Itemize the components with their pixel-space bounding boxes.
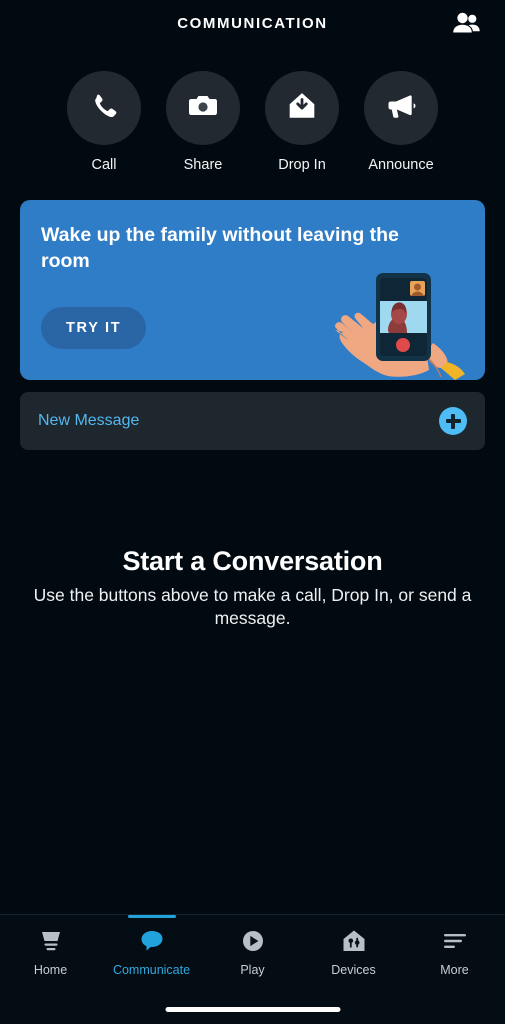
plus-icon: [439, 407, 467, 435]
house-down-arrow-icon: [287, 91, 317, 126]
speech-bubble-icon: [139, 928, 165, 954]
tab-play-label: Play: [240, 963, 265, 977]
tab-more-label: More: [440, 963, 469, 977]
app-header: COMMUNICATION: [0, 0, 505, 46]
action-call-circle[interactable]: [67, 71, 141, 145]
tab-more[interactable]: More: [404, 915, 505, 993]
new-message-label: New Message: [38, 412, 140, 429]
home-indicator: [165, 1007, 340, 1012]
empty-state: Start a Conversation Use the buttons abo…: [0, 546, 505, 630]
action-call-label: Call: [91, 157, 117, 173]
house-devices-icon: [341, 928, 367, 954]
action-share-circle[interactable]: [166, 71, 240, 145]
tab-communicate[interactable]: Communicate: [101, 915, 202, 993]
action-call[interactable]: Call: [67, 71, 141, 173]
action-share[interactable]: Share: [166, 71, 240, 173]
new-message-row[interactable]: New Message: [20, 392, 485, 450]
promo-try-it-button[interactable]: TRY IT: [41, 307, 147, 349]
play-circle-icon: [240, 928, 266, 954]
new-message-add-button[interactable]: [439, 407, 467, 435]
tab-communicate-label: Communicate: [112, 963, 191, 977]
action-drop-in-label: Drop In: [278, 157, 326, 173]
action-announce-label: Announce: [368, 157, 434, 173]
quick-actions-row: Call Share Drop In Announce: [0, 71, 505, 173]
action-share-label: Share: [183, 157, 223, 173]
tab-play[interactable]: Play: [202, 915, 303, 993]
empty-state-subtitle: Use the buttons above to make a call, Dr…: [33, 585, 472, 629]
phone-icon: [89, 91, 119, 126]
promo-card[interactable]: Wake up the family without leaving the r…: [20, 200, 485, 380]
tab-devices[interactable]: Devices: [303, 915, 404, 993]
action-drop-in[interactable]: Drop In: [265, 71, 339, 173]
tab-home-label: Home: [33, 963, 68, 977]
page-title: COMMUNICATION: [177, 14, 328, 32]
action-announce[interactable]: Announce: [364, 71, 438, 173]
hand-holding-phone-video-call-illustration: [329, 265, 479, 380]
bottom-navigation: Home Communicate Play Devices More: [0, 914, 505, 1024]
megaphone-icon: [385, 92, 417, 125]
hamburger-lines-icon: [442, 928, 468, 954]
action-drop-in-circle[interactable]: [265, 71, 339, 145]
tab-home[interactable]: Home: [0, 915, 101, 993]
camera-icon: [187, 91, 219, 126]
tab-devices-label: Devices: [331, 963, 376, 977]
empty-state-title: Start a Conversation: [122, 546, 383, 576]
action-announce-circle[interactable]: [364, 71, 438, 145]
contacts-people-icon[interactable]: [449, 8, 483, 38]
home-lampshade-icon: [38, 928, 64, 954]
tab-active-indicator: [127, 915, 176, 918]
